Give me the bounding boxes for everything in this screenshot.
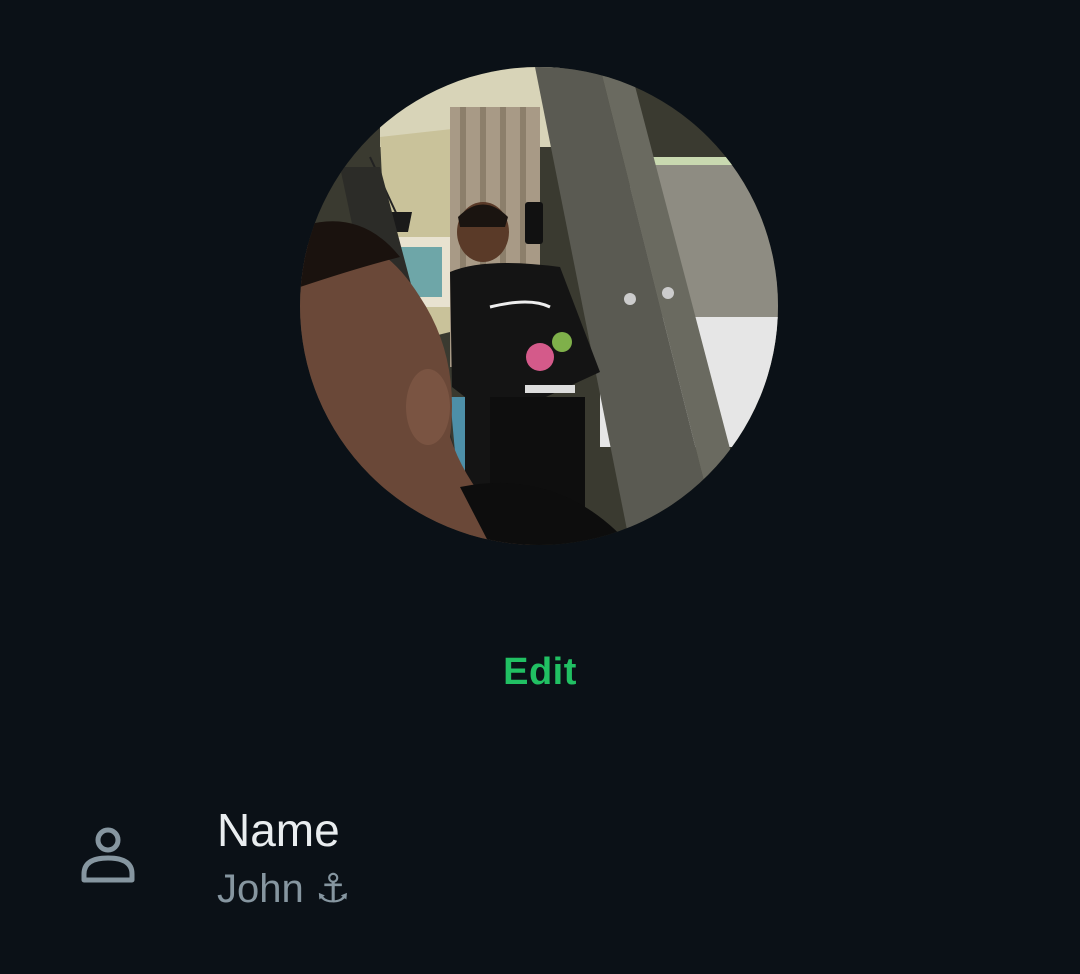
name-row[interactable]: Name John ⚓ xyxy=(0,786,1080,936)
profile-photo[interactable] xyxy=(300,67,778,545)
profile-screen: Edit Name John ⚓ xyxy=(0,0,1080,974)
edit-photo-button[interactable]: Edit xyxy=(0,648,1080,696)
person-icon xyxy=(81,827,135,883)
profile-photo-image xyxy=(300,67,778,545)
name-value: John ⚓ xyxy=(217,867,351,911)
name-label: Name xyxy=(217,804,340,856)
edit-photo-label: Edit xyxy=(503,651,577,693)
